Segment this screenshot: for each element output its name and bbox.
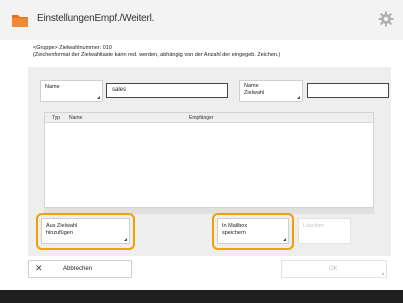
recipient-list[interactable]: Typ Name Empfänger bbox=[44, 112, 374, 208]
add-from-zielwahl-button[interactable]: Aus Zielwahl hinzufügen bbox=[41, 218, 130, 244]
name-button-label: Name bbox=[45, 84, 60, 90]
cancel-button-label: Abbrechen bbox=[63, 266, 93, 272]
ok-button-label: OK bbox=[329, 266, 338, 272]
add-from-zielwahl-label-line2: hinzufügen bbox=[46, 229, 73, 236]
delete-button[interactable]: Löschen bbox=[298, 218, 351, 244]
info-text: <Gruppe> Zielwahlnummer: 010 (Zeichenfor… bbox=[33, 45, 280, 58]
save-in-mailbox-label-line2: speichern bbox=[222, 229, 246, 236]
gear-icon[interactable] bbox=[378, 11, 394, 27]
format-note-text: (Zeichenformat der Zielwahltaste kann re… bbox=[33, 51, 281, 58]
zielwahl-name-label-line2: Zielwahl bbox=[244, 89, 265, 96]
zielwahl-name-field[interactable] bbox=[307, 83, 389, 98]
zielwahl-name-button[interactable]: Name Zielwahl bbox=[239, 80, 303, 102]
cancel-button[interactable]: ✕ Abbrechen bbox=[28, 260, 132, 278]
column-header-recipient: Empfänger bbox=[189, 115, 214, 121]
name-field[interactable]: sales bbox=[106, 83, 228, 98]
folder-icon bbox=[11, 11, 29, 29]
page-title: EinstellungenEmpf./Weiterl. bbox=[37, 13, 155, 24]
ok-button[interactable]: OK bbox=[281, 260, 387, 278]
save-in-mailbox-button[interactable]: In Mailbox speichern bbox=[217, 218, 289, 244]
column-header-type: Typ bbox=[52, 115, 61, 121]
column-header-name: Name bbox=[69, 115, 83, 121]
close-icon: ✕ bbox=[35, 263, 43, 273]
name-button[interactable]: Name bbox=[40, 80, 103, 102]
list-header: Typ Name Empfänger bbox=[45, 113, 373, 123]
bottom-bar bbox=[0, 290, 403, 303]
